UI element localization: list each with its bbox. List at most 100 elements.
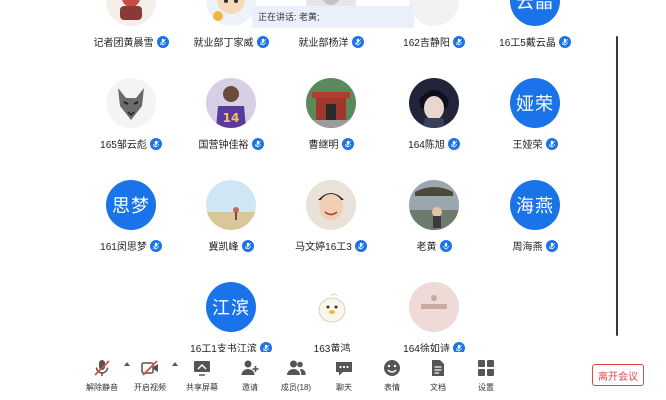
camera-off-icon xyxy=(140,358,160,378)
chat-icon xyxy=(334,358,354,378)
share-screen-icon xyxy=(192,358,212,378)
settings-label: 设置 xyxy=(478,383,494,392)
participant-name-row: 164陈旭 xyxy=(384,136,484,151)
pink-card-avatar xyxy=(409,282,459,332)
mic-status-icon xyxy=(545,137,558,150)
participant-name: 曹继明 xyxy=(308,140,339,151)
cartoon-duck-avatar xyxy=(307,282,357,332)
participant-tile[interactable]: 海燕 周海燕 xyxy=(485,154,585,254)
unmute-label: 解除静音 xyxy=(86,383,118,392)
wolf-sketch-avatar xyxy=(106,78,156,128)
mic-status-icon xyxy=(452,35,465,48)
participant-name-row: 165邹云彪 xyxy=(81,136,181,151)
chat-button[interactable]: 聊天 xyxy=(324,358,364,393)
participant-name: 王娅荣 xyxy=(512,140,543,151)
participant-name-row: 记者团黄晨雪 xyxy=(81,34,181,49)
mic-status-icon xyxy=(447,137,460,150)
reactions-label: 表情 xyxy=(384,383,400,392)
document-icon xyxy=(428,358,448,378)
unmute-button[interactable]: 解除静音 xyxy=(82,358,122,393)
participant-name: 16工5戴云晶 xyxy=(499,38,556,49)
participant-name-row: 就业部杨洋 xyxy=(281,34,381,49)
sky-field-avatar xyxy=(206,180,256,230)
mic-muted-icon xyxy=(92,358,112,378)
mic-status-icon xyxy=(341,137,354,150)
participant-tile[interactable]: 163黄鸿 xyxy=(282,256,382,356)
video-options-caret-icon[interactable] xyxy=(172,362,178,366)
participant-name: 马文婷16工3 xyxy=(295,242,352,253)
participant-name-row: 就业部丁家威 xyxy=(181,34,281,49)
participant-tile[interactable]: 165邹云彪 xyxy=(81,52,181,152)
reactions-button[interactable]: 表情 xyxy=(372,358,412,393)
participant-name-row: 16工5戴云晶 xyxy=(485,34,585,49)
mic-status-icon xyxy=(351,35,364,48)
mic-status-icon xyxy=(149,137,162,150)
participant-name: 老黄 xyxy=(416,242,437,253)
scrollbar[interactable] xyxy=(616,36,618,336)
mic-status-icon xyxy=(545,239,558,252)
participant-name: 165邹云彪 xyxy=(100,140,147,151)
participant-tile[interactable]: 164徐如诗 xyxy=(384,256,484,356)
participant-avatar: 江滨 xyxy=(206,282,256,332)
participant-tile[interactable]: 云晶 16工5戴云晶 xyxy=(485,0,585,50)
participant-name-row: 马文婷16工3 xyxy=(281,238,381,253)
documents-label: 文档 xyxy=(430,383,446,392)
start-video-button[interactable]: 开启视频 xyxy=(130,358,170,393)
participant-tile[interactable]: 江滨 16工1支书江滨 xyxy=(181,256,281,356)
participant-name-row: 曹继明 xyxy=(281,136,381,151)
chat-label: 聊天 xyxy=(336,383,352,392)
participant-name-row: 王娅荣 xyxy=(485,136,585,151)
participant-tile[interactable]: 164陈旭 xyxy=(384,52,484,152)
participant-tile[interactable]: 14 国营钟佳裕 xyxy=(181,52,281,152)
members-label: 成员(18) xyxy=(280,383,312,392)
participant-name: 记者团黄晨雪 xyxy=(93,38,154,49)
mic-status-icon xyxy=(241,239,254,252)
members-button[interactable]: 成员(18) xyxy=(276,358,316,393)
participant-tile[interactable]: 马文婷16工3 xyxy=(281,154,381,254)
invite-button[interactable]: 邀请 xyxy=(230,358,270,393)
mic-speaking-icon xyxy=(439,239,452,252)
participant-name-row: 161闵思梦 xyxy=(81,238,181,253)
participant-tile[interactable]: 曹继明 xyxy=(281,52,381,152)
participant-avatar: 娅荣 xyxy=(510,78,560,128)
mic-status-icon xyxy=(558,35,571,48)
speaking-banner: 正在讲话: 老黄; xyxy=(252,6,414,28)
start-video-label: 开启视频 xyxy=(134,383,166,392)
members-icon xyxy=(286,358,306,378)
participant-tile[interactable]: 冀凯峰 xyxy=(181,154,281,254)
participant-name: 164陈旭 xyxy=(408,140,445,151)
participant-name: 就业部杨洋 xyxy=(298,38,349,49)
mic-status-icon xyxy=(251,137,264,150)
participant-name: 161闵思梦 xyxy=(100,242,147,253)
share-screen-label: 共享屏幕 xyxy=(186,383,218,392)
anime-boy-avatar xyxy=(409,78,459,128)
participant-avatar: 海燕 xyxy=(510,180,560,230)
participant-avatar: 思梦 xyxy=(106,180,156,230)
settings-button[interactable]: 设置 xyxy=(466,358,506,393)
documents-button[interactable]: 文档 xyxy=(418,358,458,393)
smiling-boy-avatar xyxy=(306,180,356,230)
participant-tile[interactable]: 娅荣 王娅荣 xyxy=(485,52,585,152)
mic-status-icon xyxy=(149,239,162,252)
participant-name-row: 国营钟佳裕 xyxy=(181,136,281,151)
share-screen-button[interactable]: 共享屏幕 xyxy=(182,358,222,393)
participant-name: 就业部丁家威 xyxy=(193,38,254,49)
svg-text:14: 14 xyxy=(223,111,240,125)
grid-settings-icon xyxy=(476,358,496,378)
participant-tile[interactable]: 思梦 161闵思梦 xyxy=(81,154,181,254)
participant-tile[interactable]: 老黄 xyxy=(384,154,484,254)
mic-status-icon xyxy=(256,35,269,48)
blank-avatar xyxy=(409,0,459,26)
participant-name-row: 冀凯峰 xyxy=(181,238,281,253)
invite-label: 邀请 xyxy=(242,383,258,392)
leave-meeting-button[interactable]: 离开会议 xyxy=(592,364,644,386)
participant-name: 冀凯峰 xyxy=(208,242,239,253)
participant-tile[interactable]: 记者团黄晨雪 xyxy=(81,0,181,50)
participant-name-row: 周海燕 xyxy=(485,238,585,253)
mic-status-icon xyxy=(156,35,169,48)
participant-name-row: 老黄 xyxy=(384,238,484,253)
meeting-toolbar: 解除静音 开启视频 共享屏幕 邀请 成员(18) 聊天 表情 文档 设置 xyxy=(0,352,666,400)
cartoon-avatar xyxy=(206,0,256,26)
purple-jersey-avatar: 14 xyxy=(206,78,256,128)
smile-icon xyxy=(382,358,402,378)
